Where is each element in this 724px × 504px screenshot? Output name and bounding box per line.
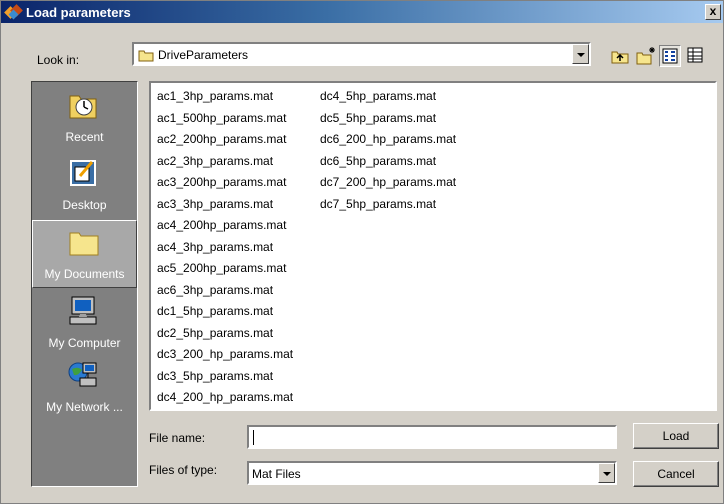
places-bar: Recent Desktop My Documents My Computer … — [31, 81, 138, 487]
file-name-input[interactable] — [249, 427, 615, 447]
place-recent[interactable]: Recent — [32, 84, 137, 152]
file-name-input-box[interactable] — [247, 425, 617, 449]
cancel-button-label: Cancel — [657, 467, 695, 481]
list-item[interactable]: dc4_5hp_params.mat — [320, 87, 436, 105]
look-in-dropdown[interactable]: DriveParameters — [132, 42, 591, 66]
place-label: My Computer — [48, 336, 121, 350]
files-of-type-dropdown[interactable]: Mat Files — [247, 461, 617, 485]
files-of-type-dropdown-button[interactable] — [598, 463, 615, 483]
files-of-type-value: Mat Files — [252, 467, 301, 481]
load-parameters-dialog: Load parameters x Look in: DriveParamete… — [0, 0, 724, 504]
details-view-button[interactable] — [685, 45, 707, 67]
folder-icon — [138, 50, 154, 62]
current-folder-name: DriveParameters — [158, 48, 249, 62]
place-label: Recent — [65, 130, 104, 144]
list-item[interactable]: dc6_5hp_params.mat — [320, 152, 436, 170]
list-item[interactable]: ac3_3hp_params.mat — [157, 195, 273, 213]
list-item[interactable]: ac5_200hp_params.mat — [157, 259, 286, 277]
list-item[interactable]: dc3_5hp_params.mat — [157, 367, 273, 385]
text-caret — [253, 430, 254, 445]
list-view-icon — [662, 48, 678, 64]
list-view-button[interactable] — [659, 45, 681, 67]
file-list[interactable]: ac1_3hp_params.mat ac1_500hp_params.mat … — [149, 81, 717, 411]
place-my-network[interactable]: My Network ... — [32, 354, 137, 422]
list-item[interactable]: ac2_3hp_params.mat — [157, 152, 273, 170]
place-label: My Documents — [44, 267, 125, 281]
up-folder-icon — [611, 51, 629, 64]
load-button[interactable]: Load — [633, 423, 719, 449]
place-my-documents[interactable]: My Documents — [32, 220, 137, 288]
list-item[interactable]: dc5_5hp_params.mat — [320, 109, 436, 127]
my-computer-icon — [69, 296, 97, 325]
list-item[interactable]: ac2_200hp_params.mat — [157, 130, 286, 148]
place-my-computer[interactable]: My Computer — [32, 290, 137, 358]
list-item[interactable]: dc7_200_hp_params.mat — [320, 173, 456, 191]
look-in-dropdown-button[interactable] — [572, 44, 589, 64]
recent-icon — [69, 95, 97, 119]
up-one-level-button[interactable] — [609, 45, 631, 67]
details-view-icon — [687, 47, 703, 63]
list-item[interactable]: dc1_5hp_params.mat — [157, 302, 273, 320]
list-item[interactable]: ac4_3hp_params.mat — [157, 238, 273, 256]
list-item[interactable]: ac1_3hp_params.mat — [157, 87, 273, 105]
files-of-type-label: Files of type: — [149, 463, 218, 477]
my-documents-folder-icon — [69, 232, 99, 256]
list-item[interactable]: ac6_3hp_params.mat — [157, 281, 273, 299]
list-item[interactable]: dc4_200_hp_params.mat — [157, 388, 293, 406]
desktop-icon — [70, 160, 96, 186]
load-button-label: Load — [662, 429, 690, 443]
list-item[interactable]: dc7_5hp_params.mat — [320, 195, 436, 213]
list-item[interactable]: ac4_200hp_params.mat — [157, 216, 286, 234]
list-item[interactable]: ac1_500hp_params.mat — [157, 109, 286, 127]
place-desktop[interactable]: Desktop — [32, 152, 137, 220]
cancel-button[interactable]: Cancel — [633, 461, 719, 487]
look-in-label: Look in: — [37, 53, 80, 67]
matlab-logo-icon — [4, 3, 23, 21]
place-label: My Network ... — [46, 400, 123, 414]
list-item[interactable]: dc3_200_hp_params.mat — [157, 345, 293, 363]
title-bar: Load parameters x — [1, 1, 723, 23]
window-title: Load parameters — [26, 4, 131, 20]
place-label: Desktop — [62, 198, 107, 212]
chevron-down-icon — [603, 472, 611, 476]
file-name-label: File name: — [149, 431, 206, 445]
list-item[interactable]: dc6_200_hp_params.mat — [320, 130, 456, 148]
list-item[interactable]: ac3_200hp_params.mat — [157, 173, 286, 191]
close-button[interactable]: x — [705, 4, 721, 20]
my-network-icon — [68, 362, 97, 387]
new-folder-icon — [636, 47, 655, 65]
create-new-folder-button[interactable] — [635, 45, 657, 67]
chevron-down-icon — [577, 53, 585, 57]
list-item[interactable]: dc2_5hp_params.mat — [157, 324, 273, 342]
